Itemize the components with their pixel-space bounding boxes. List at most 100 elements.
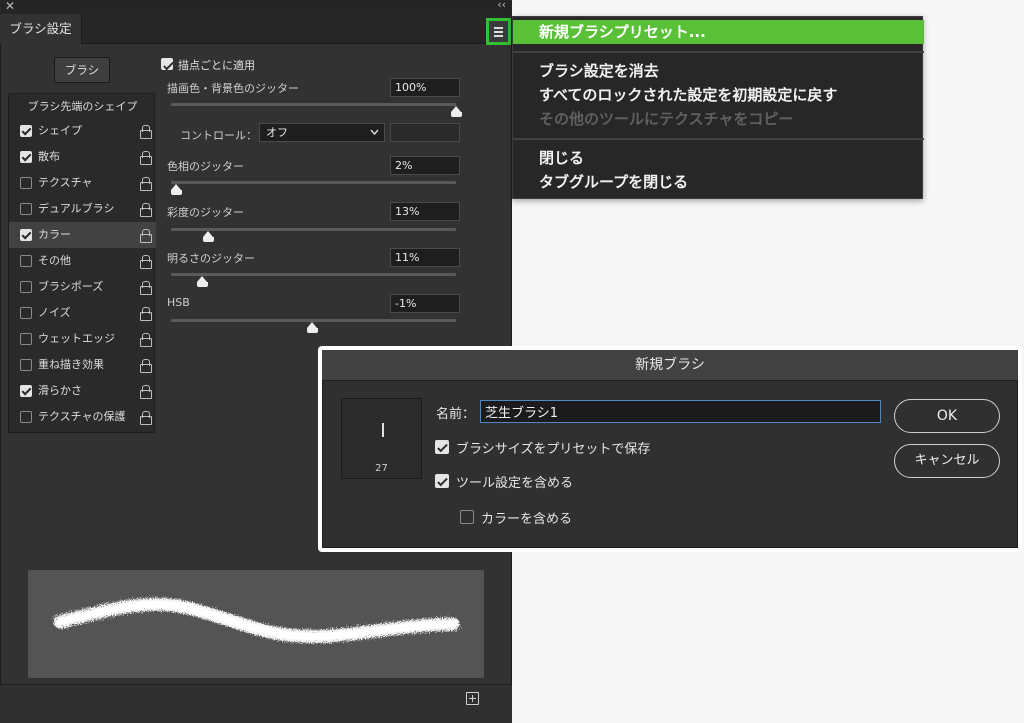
include-color-checkbox[interactable]: [460, 510, 474, 524]
saturation-jitter-slider[interactable]: [171, 228, 456, 231]
menu-separator: [513, 138, 924, 140]
list-item-label: テクスチャの保護: [38, 410, 126, 423]
list-item[interactable]: ブラシポーズ: [9, 274, 156, 300]
hue-jitter-value[interactable]: 2%: [390, 156, 460, 175]
brush-name-input[interactable]: [480, 400, 881, 423]
list-item-label: デュアルブラシ: [38, 202, 115, 215]
brushes-button[interactable]: ブラシ: [54, 57, 110, 83]
fg-bg-jitter-value[interactable]: 100%: [390, 78, 460, 97]
lock-icon[interactable]: [140, 281, 152, 295]
hue-jitter-label: 色相のジッター: [167, 160, 244, 173]
tab-brush-settings[interactable]: ブラシ設定: [0, 14, 82, 44]
collapse-icon[interactable]: ‹‹: [497, 0, 506, 11]
brightness-jitter-slider[interactable]: [171, 273, 456, 276]
list-item-label: 重ね描き効果: [38, 358, 104, 371]
fg-bg-jitter-label: 描画色・背景色のジッター: [167, 82, 299, 95]
menu-separator: [513, 51, 924, 53]
list-item[interactable]: その他: [9, 248, 156, 274]
brush-thumbnail: 27: [341, 398, 422, 479]
list-item-checkbox[interactable]: [20, 281, 32, 293]
cancel-button[interactable]: キャンセル: [894, 444, 1000, 478]
lock-icon[interactable]: [140, 307, 152, 321]
brush-options-list: ブラシ先端のシェイプ シェイプ散布テクスチャデュアルブラシ カラーその他ブラシポー…: [8, 93, 156, 433]
list-item-checkbox[interactable]: [20, 151, 32, 163]
menu-item-close[interactable]: 閉じる: [513, 146, 924, 170]
menu-item-clear-brush-controls[interactable]: ブラシ設定を消去: [513, 59, 924, 83]
list-item-label: カラー: [38, 228, 71, 241]
control-select[interactable]: オフ: [259, 123, 385, 142]
name-label: 名前：: [436, 407, 476, 422]
brightness-jitter-value[interactable]: 11%: [390, 248, 460, 267]
brush-stroke-preview: [28, 570, 484, 678]
list-item[interactable]: 滑らかさ: [9, 378, 156, 404]
list-item[interactable]: テクスチャ: [9, 170, 156, 196]
list-item[interactable]: シェイプ: [9, 118, 156, 144]
grass-stroke-preview-image: [53, 597, 460, 644]
panel-flyout-menu: 新規ブラシプリセット... ブラシ設定を消去 すべてのロックされた設定を初期設定…: [512, 16, 924, 199]
new-brush-icon[interactable]: [466, 692, 479, 705]
list-item-checkbox[interactable]: [20, 359, 32, 371]
list-item[interactable]: デュアルブラシ: [9, 196, 156, 222]
menu-item-new-brush-preset[interactable]: 新規ブラシプリセット...: [513, 20, 924, 44]
panel-top-strip: ✕ ‹‹: [0, 0, 512, 14]
close-icon[interactable]: ✕: [5, 0, 15, 13]
list-item-label: ブラシポーズ: [38, 280, 104, 293]
panel-bottom-bar: [0, 684, 512, 723]
include-tool-checkbox[interactable]: [435, 474, 449, 488]
hamburger-menu-icon[interactable]: [486, 18, 511, 45]
lock-icon[interactable]: [140, 411, 152, 425]
list-item-checkbox[interactable]: [20, 255, 32, 267]
list-item-checkbox[interactable]: [20, 177, 32, 189]
panel-tab-bar: ブラシ設定: [0, 14, 512, 44]
saturation-jitter-value[interactable]: 13%: [390, 202, 460, 221]
menu-item-close-tab-group[interactable]: タブグループを閉じる: [513, 170, 924, 194]
control-fade-field: [390, 123, 460, 142]
list-item-label: ノイズ: [38, 306, 71, 319]
list-item[interactable]: ウェットエッジ: [9, 326, 156, 352]
list-item[interactable]: ノイズ: [9, 300, 156, 326]
list-item-checkbox[interactable]: [20, 125, 32, 137]
list-item-label: 滑らかさ: [38, 384, 82, 397]
brush-tip-shape-item[interactable]: ブラシ先端のシェイプ: [9, 98, 156, 114]
hue-jitter-thumb[interactable]: [171, 184, 183, 196]
lock-icon[interactable]: [140, 255, 152, 269]
list-item-label: 散布: [38, 150, 60, 163]
lock-icon[interactable]: [140, 229, 152, 243]
list-item-checkbox[interactable]: [20, 411, 32, 423]
list-item-checkbox[interactable]: [20, 203, 32, 215]
dialog-title: 新規ブラシ: [322, 350, 1018, 381]
lock-icon[interactable]: [140, 203, 152, 217]
ok-button[interactable]: OK: [894, 399, 1000, 433]
lock-icon[interactable]: [140, 359, 152, 373]
save-size-checkbox[interactable]: [435, 440, 449, 454]
menu-item-reset-locked-settings[interactable]: すべてのロックされた設定を初期設定に戻す: [513, 83, 924, 107]
list-item-checkbox[interactable]: [20, 307, 32, 319]
list-item[interactable]: 重ね描き効果: [9, 352, 156, 378]
menu-item-copy-texture: その他のツールにテクスチャをコピー: [539, 110, 794, 128]
list-item-checkbox[interactable]: [20, 229, 32, 241]
control-label: コントロール：: [180, 129, 257, 142]
lock-icon[interactable]: [140, 125, 152, 139]
purity-thumb[interactable]: [306, 322, 318, 334]
apply-per-tip-checkbox[interactable]: [161, 58, 173, 70]
list-item[interactable]: テクスチャの保護: [9, 404, 156, 430]
lock-icon[interactable]: [140, 385, 152, 399]
fg-bg-jitter-slider[interactable]: [171, 103, 456, 106]
list-item[interactable]: 散布: [9, 144, 156, 170]
list-item-checkbox[interactable]: [20, 385, 32, 397]
brush-size-label: 27: [375, 463, 388, 474]
include-tool-label: ツール設定を含める: [456, 476, 574, 491]
include-color-label: カラーを含める: [481, 512, 573, 527]
lock-icon[interactable]: [140, 151, 152, 165]
purity-value[interactable]: -1%: [390, 294, 460, 313]
fg-bg-jitter-thumb[interactable]: [450, 106, 462, 118]
list-item-label: その他: [38, 254, 71, 267]
lock-icon[interactable]: [140, 177, 152, 191]
list-item[interactable]: カラー: [9, 222, 156, 248]
brightness-jitter-thumb[interactable]: [196, 276, 208, 288]
saturation-jitter-thumb[interactable]: [202, 231, 214, 243]
brush-tip-preview: [382, 423, 384, 437]
lock-icon[interactable]: [140, 333, 152, 347]
list-item-checkbox[interactable]: [20, 333, 32, 345]
hue-jitter-slider[interactable]: [171, 181, 456, 184]
